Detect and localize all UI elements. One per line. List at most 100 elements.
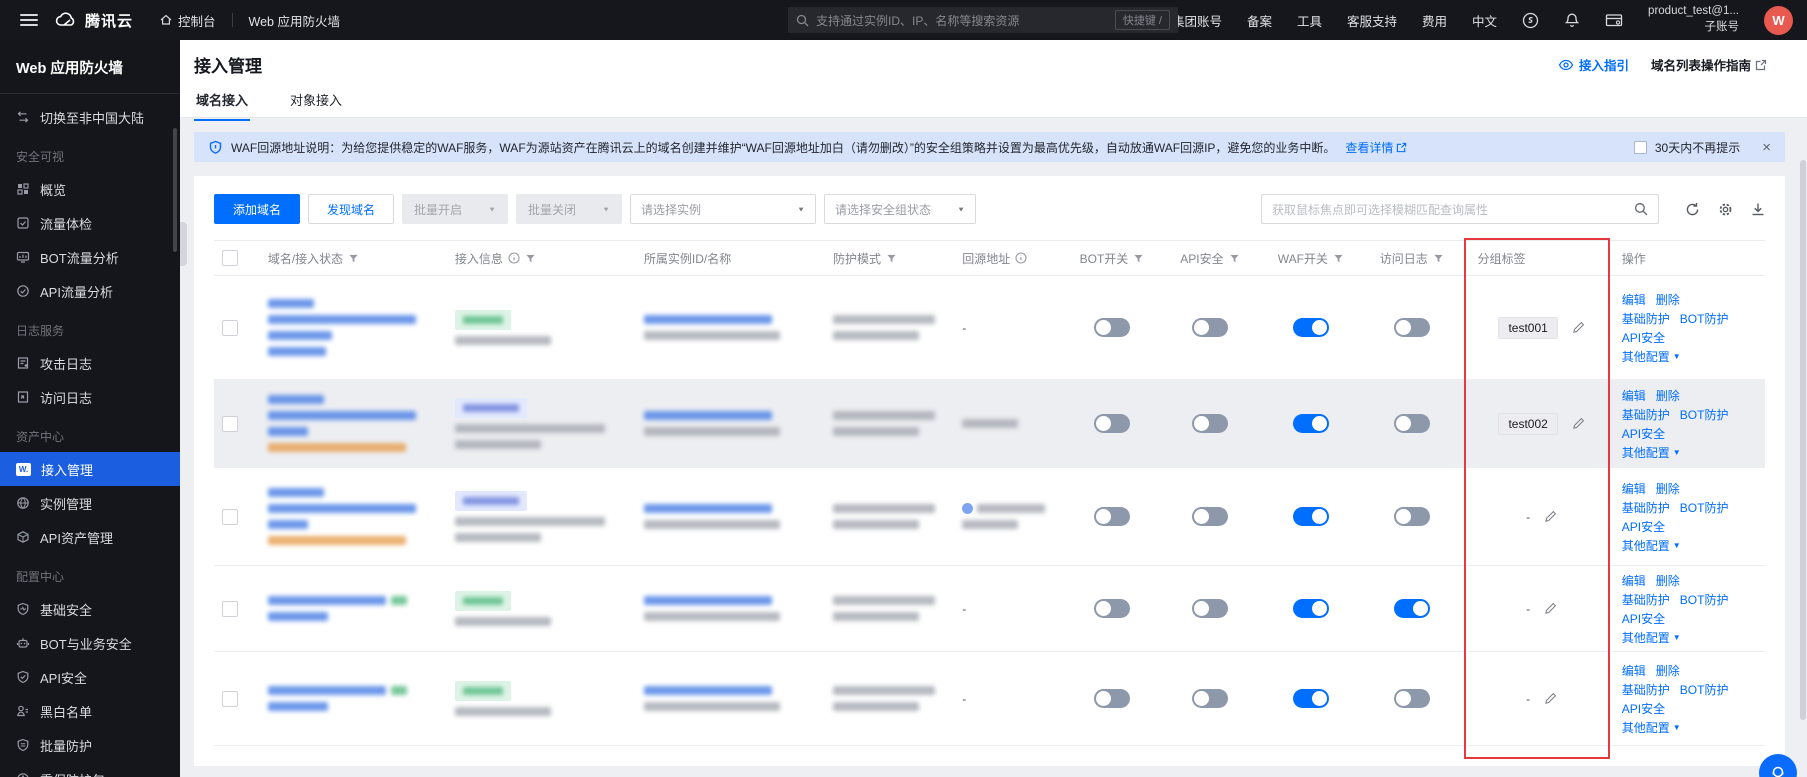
sidebar-item-attack-log[interactable]: 攻击日志 [0, 346, 180, 380]
sidebar-item-traffic-checkup[interactable]: 流量体检 [0, 206, 180, 240]
sidebar-item-api-asset[interactable]: API资产管理 [0, 520, 180, 554]
menu-icp[interactable]: 备案 [1247, 11, 1272, 30]
refresh-icon[interactable] [1685, 202, 1700, 217]
feedback-icon[interactable] [1522, 12, 1539, 29]
access-log-toggle[interactable] [1394, 318, 1430, 337]
api-security-link[interactable]: API安全 [1622, 700, 1665, 717]
menu-group-account[interactable]: 集团账号 [1172, 11, 1222, 30]
notification-bell-icon[interactable] [1564, 12, 1580, 29]
console-card-icon[interactable] [1605, 13, 1623, 28]
access-log-toggle[interactable] [1394, 414, 1430, 433]
delete-link[interactable]: 删除 [1656, 387, 1680, 404]
menu-tools[interactable]: 工具 [1297, 11, 1322, 30]
filter-icon[interactable] [348, 253, 359, 264]
access-log-toggle[interactable] [1394, 599, 1430, 618]
close-icon[interactable]: × [1762, 140, 1771, 155]
row-checkbox[interactable] [222, 601, 238, 617]
filter-icon[interactable] [1333, 253, 1344, 264]
api-security-link[interactable]: API安全 [1622, 329, 1665, 346]
select-all-checkbox[interactable] [222, 250, 238, 266]
sidebar-item-bot-security[interactable]: BOT与业务安全 [0, 626, 180, 660]
filter-icon[interactable] [1433, 253, 1444, 264]
more-config-link[interactable]: 其他配置▼ [1622, 444, 1681, 461]
discover-domain-button[interactable]: 发现域名 [308, 194, 394, 224]
basic-protection-link[interactable]: 基础防护 [1622, 591, 1670, 608]
sidebar-item-access-log[interactable]: 访问日志 [0, 380, 180, 414]
bot-protection-link[interactable]: BOT防护 [1680, 681, 1729, 698]
sidebar-item-major-event-protection[interactable]: 重保防护包 [0, 762, 180, 777]
filter-icon[interactable] [1133, 253, 1144, 264]
api-security-toggle[interactable] [1192, 599, 1228, 618]
row-checkbox[interactable] [222, 320, 238, 336]
row-checkbox[interactable] [222, 691, 238, 707]
sidebar-item-access-management[interactable]: W. 接入管理 [0, 452, 180, 486]
view-details-link[interactable]: 查看详情 [1345, 139, 1407, 156]
tencent-cloud-logo[interactable]: 腾讯云 [54, 10, 133, 31]
edit-link[interactable]: 编辑 [1622, 387, 1646, 404]
more-config-link[interactable]: 其他配置▼ [1622, 348, 1681, 365]
basic-protection-link[interactable]: 基础防护 [1622, 310, 1670, 327]
api-security-link[interactable]: API安全 [1622, 610, 1665, 627]
delete-link[interactable]: 删除 [1656, 291, 1680, 308]
row-checkbox[interactable] [222, 416, 238, 432]
batch-disable-button[interactable]: 批量关闭 ▼ [516, 194, 622, 224]
edit-link[interactable]: 编辑 [1622, 662, 1646, 679]
api-security-link[interactable]: API安全 [1622, 425, 1665, 442]
info-icon[interactable] [508, 252, 520, 264]
instance-select[interactable]: 请选择实例 ▼ [630, 194, 816, 224]
dismiss-checkbox[interactable] [1634, 141, 1647, 154]
sidebar-item-blackwhite-list[interactable]: 黑白名单 [0, 694, 180, 728]
bot-switch-toggle[interactable] [1094, 414, 1130, 433]
tab-object-access[interactable]: 对象接入 [288, 86, 344, 121]
waf-switch-toggle[interactable] [1293, 507, 1329, 526]
bot-switch-toggle[interactable] [1094, 318, 1130, 337]
sidebar-item-overview[interactable]: 概览 [0, 172, 180, 206]
current-product[interactable]: Web 应用防火墙 [249, 11, 340, 30]
sidebar-item-api-security[interactable]: API安全 [0, 660, 180, 694]
menu-language[interactable]: 中文 [1472, 11, 1497, 30]
sidebar-collapse-handle[interactable] [180, 222, 187, 266]
waf-switch-toggle[interactable] [1293, 689, 1329, 708]
console-link[interactable]: 控制台 [159, 11, 216, 30]
access-log-toggle[interactable] [1394, 689, 1430, 708]
edit-tag-icon[interactable] [1572, 321, 1585, 334]
edit-link[interactable]: 编辑 [1622, 480, 1646, 497]
gear-icon[interactable] [1718, 202, 1733, 217]
sidebar-scrollbar[interactable] [173, 128, 177, 252]
security-group-select[interactable]: 请选择安全组状态 ▼ [824, 194, 976, 224]
domain-list-manual-link[interactable]: 域名列表操作指南 [1651, 55, 1767, 74]
avatar[interactable]: W [1764, 6, 1793, 35]
table-search-input[interactable]: 获取鼠标焦点即可选择模糊匹配查询属性 [1261, 194, 1659, 224]
filter-icon[interactable] [886, 253, 897, 264]
bot-protection-link[interactable]: BOT防护 [1680, 310, 1729, 327]
more-config-link[interactable]: 其他配置▼ [1622, 537, 1681, 554]
waf-switch-toggle[interactable] [1293, 414, 1329, 433]
filter-icon[interactable] [525, 253, 536, 264]
account-info[interactable]: product_test@1... 子账号 [1648, 4, 1739, 35]
api-security-link[interactable]: API安全 [1622, 518, 1665, 535]
tab-domain-access[interactable]: 域名接入 [194, 86, 250, 121]
hamburger-menu-icon[interactable] [20, 14, 38, 26]
bot-switch-toggle[interactable] [1094, 689, 1130, 708]
api-security-toggle[interactable] [1192, 507, 1228, 526]
bot-protection-link[interactable]: BOT防护 [1680, 499, 1729, 516]
edit-link[interactable]: 编辑 [1622, 572, 1646, 589]
info-icon[interactable] [1015, 252, 1027, 264]
edit-tag-icon[interactable] [1572, 417, 1585, 430]
download-icon[interactable] [1751, 202, 1765, 217]
add-domain-button[interactable]: 添加域名 [214, 194, 300, 224]
waf-switch-toggle[interactable] [1293, 318, 1329, 337]
bot-protection-link[interactable]: BOT防护 [1680, 591, 1729, 608]
edit-tag-icon[interactable] [1544, 692, 1557, 705]
menu-billing[interactable]: 费用 [1422, 11, 1447, 30]
filter-icon[interactable] [1229, 253, 1240, 264]
more-config-link[interactable]: 其他配置▼ [1622, 629, 1681, 646]
edit-link[interactable]: 编辑 [1622, 291, 1646, 308]
bot-switch-toggle[interactable] [1094, 599, 1130, 618]
access-guide-link[interactable]: 接入指引 [1558, 55, 1629, 74]
edit-tag-icon[interactable] [1544, 510, 1557, 523]
waf-switch-toggle[interactable] [1293, 599, 1329, 618]
delete-link[interactable]: 删除 [1656, 662, 1680, 679]
delete-link[interactable]: 删除 [1656, 480, 1680, 497]
more-config-link[interactable]: 其他配置▼ [1622, 719, 1681, 736]
